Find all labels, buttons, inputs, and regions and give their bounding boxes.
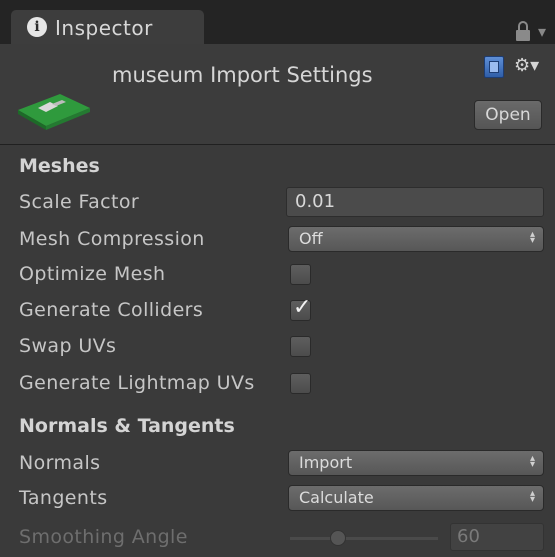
optimize-mesh-label: Optimize Mesh: [19, 263, 166, 285]
generate-lightmap-uvs-label: Generate Lightmap UVs: [19, 372, 255, 394]
help-icon[interactable]: [484, 56, 504, 78]
tangents-dropdown[interactable]: Calculate ▴ ▾: [288, 485, 544, 511]
import-settings-header: museum Import Settings ⚙▾ Open: [0, 44, 555, 144]
mesh-compression-dropdown[interactable]: Off ▴ ▾: [288, 226, 544, 252]
menu-dots-icon[interactable]: ▾: [538, 22, 552, 41]
section-meshes: Meshes: [19, 155, 100, 177]
section-normals-tangents: Normals & Tangents: [19, 415, 235, 437]
smoothing-angle-label: Smoothing Angle: [19, 526, 188, 548]
smoothing-angle-slider-handle[interactable]: [330, 530, 346, 546]
generate-colliders-label: Generate Colliders: [19, 299, 204, 321]
normals-value: Import: [299, 453, 353, 472]
tangents-label: Tangents: [19, 487, 108, 509]
page-title: museum Import Settings: [112, 63, 373, 87]
mesh-compression-value: Off: [299, 229, 323, 248]
tab-bar: i Inspector ▾: [0, 0, 555, 44]
divider: [0, 144, 555, 145]
swap-uvs-checkbox[interactable]: [290, 336, 311, 357]
tab-label: Inspector: [55, 16, 153, 40]
generate-lightmap-uvs-checkbox[interactable]: [290, 373, 311, 394]
scale-factor-input[interactable]: 0.01: [286, 187, 544, 217]
tab-inspector[interactable]: i Inspector: [11, 10, 204, 44]
dropdown-arrows-icon: ▴ ▾: [529, 488, 535, 505]
dropdown-arrows-icon: ▴ ▾: [529, 453, 535, 470]
gear-icon[interactable]: ⚙▾: [514, 54, 540, 78]
dropdown-arrows-icon: ▴ ▾: [529, 229, 535, 246]
smoothing-angle-slider-track[interactable]: [290, 537, 438, 540]
mesh-compression-label: Mesh Compression: [19, 228, 205, 250]
normals-dropdown[interactable]: Import ▴ ▾: [288, 450, 544, 476]
generate-colliders-checkbox[interactable]: ✓: [290, 295, 311, 321]
open-button[interactable]: Open: [474, 100, 542, 130]
info-icon: i: [27, 17, 47, 37]
normals-label: Normals: [19, 452, 101, 474]
scale-factor-label: Scale Factor: [19, 191, 140, 213]
model-thumbnail: [18, 94, 90, 130]
checkmark-icon: ✓: [293, 295, 312, 320]
lock-icon[interactable]: [514, 20, 532, 42]
smoothing-angle-input[interactable]: 60: [450, 523, 544, 551]
swap-uvs-label: Swap UVs: [19, 335, 117, 357]
optimize-mesh-checkbox[interactable]: [290, 264, 311, 285]
tangents-value: Calculate: [299, 488, 374, 507]
